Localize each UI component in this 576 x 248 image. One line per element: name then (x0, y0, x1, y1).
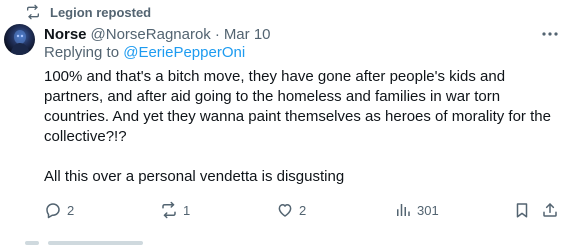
tweet-paragraph: 100% and that's a bitch move, they have … (44, 68, 551, 145)
share-icon (543, 203, 557, 217)
tweet[interactable]: Legion reposted Norse @NorseRagnarok · M… (0, 0, 576, 236)
replying-to-prefix: Replying to (44, 44, 120, 61)
tweet-text: 100% and that's a bitch move, they have … (44, 67, 564, 187)
author-name[interactable]: Norse (44, 26, 87, 43)
repost-count: 1 (183, 202, 191, 218)
header-separator: · (214, 25, 220, 43)
next-tweet-preview (8, 238, 158, 248)
replying-to-handle[interactable]: @EeriePepperOni (123, 44, 245, 61)
reply-button[interactable]: 2 (44, 200, 74, 220)
reply-count: 2 (67, 202, 75, 218)
share-button[interactable] (541, 200, 559, 220)
like-button[interactable]: 2 (276, 200, 306, 220)
bookmark-icon (516, 203, 528, 218)
tweet-date[interactable]: Mar 10 (224, 26, 271, 43)
tweet-header: Norse @NorseRagnarok · Mar 10 (44, 24, 271, 44)
views-button[interactable]: 301 (394, 200, 439, 220)
repost-button[interactable]: 1 (160, 200, 190, 220)
reply-icon (46, 203, 60, 219)
repost-icon (25, 4, 41, 20)
heart-icon (278, 204, 292, 217)
repost-context[interactable]: Legion reposted (8, 3, 151, 21)
repost-icon (162, 201, 176, 219)
replying-to: Replying to @EeriePepperOni (44, 44, 245, 61)
avatar[interactable] (4, 24, 35, 55)
bookmark-button[interactable] (513, 200, 531, 220)
author-handle[interactable]: @NorseRagnarok (91, 26, 211, 43)
action-bar: 2 1 2 301 (44, 200, 564, 220)
more-icon (542, 32, 558, 36)
repost-label: Legion reposted (50, 4, 152, 20)
view-count: 301 (417, 202, 439, 218)
like-count: 2 (299, 202, 307, 218)
tweet-paragraph: All this over a personal vendetta is dis… (44, 168, 345, 185)
more-options-button[interactable] (540, 26, 560, 42)
analytics-icon (397, 204, 410, 216)
